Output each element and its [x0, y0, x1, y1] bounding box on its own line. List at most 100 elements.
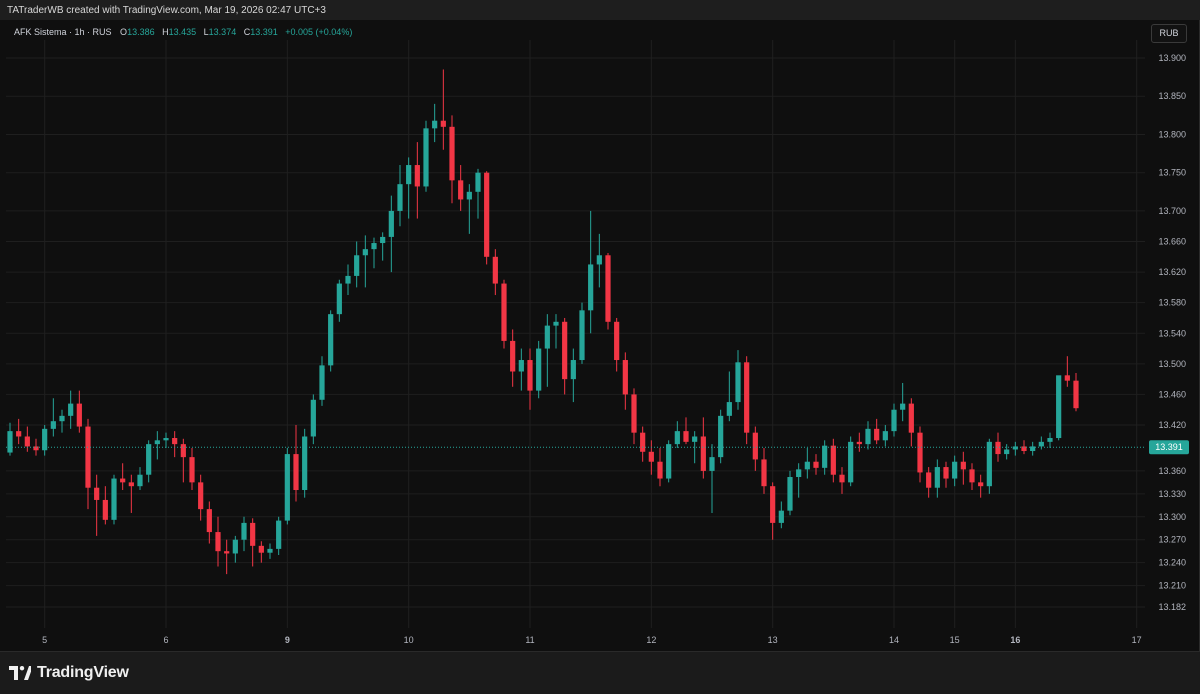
candle-up[interactable] — [553, 321, 559, 326]
candle-up[interactable] — [596, 255, 602, 265]
candle-down[interactable] — [908, 403, 914, 433]
candle-up[interactable] — [137, 474, 143, 487]
candle-up[interactable] — [536, 348, 542, 391]
candle-down[interactable] — [657, 461, 663, 479]
candle-up[interactable] — [397, 184, 403, 211]
candle-up[interactable] — [934, 467, 940, 488]
candle-up[interactable] — [822, 445, 828, 468]
candle-down[interactable] — [813, 461, 819, 468]
candle-up[interactable] — [163, 438, 169, 441]
candle-down[interactable] — [683, 431, 689, 442]
candle-down[interactable] — [172, 438, 178, 445]
candle-up[interactable] — [423, 128, 429, 187]
candle-up[interactable] — [328, 314, 334, 366]
candle-down[interactable] — [527, 360, 533, 391]
candle-up[interactable] — [432, 120, 438, 129]
candle-down[interactable] — [484, 172, 490, 257]
tradingview-logo[interactable]: TradingView — [9, 664, 129, 682]
candle-up[interactable] — [50, 421, 56, 429]
candle-down[interactable] — [562, 321, 568, 380]
candle-down[interactable] — [874, 428, 880, 441]
candle-down[interactable] — [926, 472, 932, 488]
candle-up[interactable] — [1038, 441, 1044, 447]
symbol-label[interactable]: AFK Sistema · 1h · RUS — [14, 27, 112, 37]
candle-up[interactable] — [865, 428, 871, 445]
candle-down[interactable] — [76, 403, 82, 427]
candle-up[interactable] — [7, 431, 13, 453]
candle-up[interactable] — [1056, 375, 1062, 439]
candle-up[interactable] — [319, 365, 325, 400]
candle-up[interactable] — [787, 477, 793, 511]
candle-up[interactable] — [882, 431, 888, 441]
candle-up[interactable] — [371, 243, 377, 250]
candle-down[interactable] — [995, 441, 1001, 455]
candle-up[interactable] — [544, 325, 550, 349]
candle-up[interactable] — [146, 444, 152, 475]
candle-down[interactable] — [770, 486, 776, 523]
candle-up[interactable] — [900, 403, 906, 410]
candle-down[interactable] — [614, 321, 620, 361]
candle-down[interactable] — [640, 432, 646, 452]
candle-down[interactable] — [180, 444, 186, 458]
candle-down[interactable] — [1073, 380, 1079, 409]
candle-up[interactable] — [726, 402, 732, 416]
candle-down[interactable] — [510, 340, 516, 372]
candle-down[interactable] — [700, 436, 706, 471]
candle-down[interactable] — [449, 126, 455, 181]
candle-up[interactable] — [709, 457, 715, 471]
candle-down[interactable] — [1064, 375, 1070, 381]
candle-up[interactable] — [406, 165, 412, 185]
candle-up[interactable] — [986, 441, 992, 487]
candle-up[interactable] — [1047, 438, 1053, 442]
candle-up[interactable] — [380, 236, 386, 244]
candle-up[interactable] — [276, 520, 282, 549]
candle-down[interactable] — [16, 431, 22, 437]
candle-down[interactable] — [969, 469, 975, 483]
candle-up[interactable] — [336, 283, 342, 315]
candle-down[interactable] — [856, 441, 862, 445]
candle-down[interactable] — [440, 120, 446, 127]
candle-up[interactable] — [232, 539, 238, 554]
candle-down[interactable] — [414, 165, 420, 187]
candle-down[interactable] — [492, 256, 498, 284]
candle-down[interactable] — [605, 255, 611, 322]
candle-up[interactable] — [59, 415, 65, 422]
candlestick-chart[interactable]: 13.900 13.850 13.800 13.750 13.700 13.660 13.6… — [0, 0, 1200, 694]
candle-down[interactable] — [830, 445, 836, 475]
candle-up[interactable] — [692, 436, 698, 442]
candle-up[interactable] — [804, 461, 810, 470]
candle-down[interactable] — [839, 474, 845, 483]
candle-up[interactable] — [952, 461, 958, 479]
candle-up[interactable] — [284, 454, 290, 521]
candle-down[interactable] — [978, 482, 984, 487]
candle-up[interactable] — [588, 264, 594, 311]
candle-down[interactable] — [206, 509, 212, 533]
candle-down[interactable] — [94, 487, 100, 500]
candle-up[interactable] — [796, 469, 802, 478]
candle-up[interactable] — [848, 441, 854, 483]
candle-down[interactable] — [215, 532, 221, 552]
candle-down[interactable] — [189, 457, 195, 483]
candle-down[interactable] — [631, 394, 637, 433]
candle-up[interactable] — [735, 362, 741, 403]
candle-down[interactable] — [917, 432, 923, 473]
candle-down[interactable] — [648, 451, 654, 462]
candle-down[interactable] — [224, 551, 230, 554]
candle-down[interactable] — [293, 454, 299, 491]
candle-down[interactable] — [622, 360, 628, 395]
candle-down[interactable] — [960, 461, 966, 470]
candle-up[interactable] — [891, 409, 897, 432]
candle-up[interactable] — [475, 172, 481, 192]
candle-up[interactable] — [778, 510, 784, 523]
candle-up[interactable] — [267, 548, 273, 553]
candle-up[interactable] — [241, 522, 247, 540]
candle-down[interactable] — [85, 426, 91, 488]
candle-down[interactable] — [752, 432, 758, 460]
candle-down[interactable] — [761, 459, 767, 487]
candle-up[interactable] — [68, 403, 74, 416]
candle-down[interactable] — [943, 467, 949, 479]
candle-up[interactable] — [666, 444, 672, 479]
candle-down[interactable] — [250, 522, 256, 546]
candle-down[interactable] — [24, 436, 30, 447]
currency-button[interactable]: RUB — [1151, 24, 1187, 43]
